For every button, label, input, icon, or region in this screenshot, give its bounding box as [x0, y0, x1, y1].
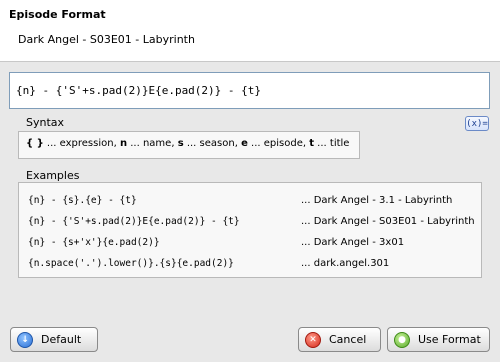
expression-input[interactable] [10, 73, 489, 108]
examples-label: Examples [26, 169, 80, 182]
dialog-title: Episode Format [9, 8, 106, 21]
syntax-desc: ... episode, [247, 138, 310, 149]
dialog-subtitle: Dark Angel - S03E01 - Labyrinth [18, 33, 195, 46]
syntax-desc: ... name, [127, 138, 178, 149]
examples-panel: {n} - {s}.{e} - {t} ... Dark Angel - 3.1… [18, 182, 482, 278]
example-code: {n.space('.').lower()}.{s}{e.pad(2)} [28, 258, 234, 269]
cancel-icon: ✕ [305, 331, 321, 348]
syntax-label: Syntax [26, 116, 65, 129]
cancel-button-label: Cancel [329, 333, 367, 346]
example-code: {n} - {s+'x'}{e.pad(2)} [28, 237, 160, 248]
example-result: ... Dark Angel - 3.1 - Labyrinth [301, 195, 453, 206]
default-button[interactable]: ↓ Default [10, 327, 98, 352]
use-format-button-label: Use Format [418, 333, 481, 346]
example-result: ... Dark Angel - S03E01 - Labyrinth [301, 216, 475, 227]
example-row[interactable]: {n} - {s}.{e} - {t} ... Dark Angel - 3.1… [28, 195, 478, 210]
default-button-label: Default [41, 333, 82, 346]
dialog-header: Episode Format Dark Angel - S03E01 - Lab… [0, 0, 500, 62]
cancel-button[interactable]: ✕ Cancel [298, 327, 381, 352]
confirm-icon: ● [394, 331, 410, 348]
syntax-token: e [241, 138, 248, 149]
example-code: {n} - {'S'+s.pad(2)}E{e.pad(2)} - {t} [28, 216, 240, 227]
arrow-down-icon: ↓ [17, 331, 33, 348]
use-format-button[interactable]: ● Use Format [387, 327, 490, 352]
example-row[interactable]: {n} - {'S'+s.pad(2)}E{e.pad(2)} - {t} ..… [28, 216, 478, 231]
example-result: ... dark.angel.301 [301, 258, 390, 269]
syntax-desc: ... season, [183, 138, 242, 149]
syntax-panel: { } ... expression, n ... name, s ... se… [18, 131, 360, 159]
syntax-desc: ... expression, [43, 138, 120, 149]
example-row[interactable]: {n.space('.').lower()}.{s}{e.pad(2)} ...… [28, 258, 478, 273]
variable-help-button[interactable]: (x)= [465, 116, 489, 131]
syntax-token: n [119, 138, 128, 149]
expression-field[interactable] [9, 72, 490, 109]
example-row[interactable]: {n} - {s+'x'}{e.pad(2)} ... Dark Angel -… [28, 237, 478, 252]
syntax-desc: ... title [314, 138, 350, 149]
example-code: {n} - {s}.{e} - {t} [28, 195, 137, 206]
syntax-token: { } [26, 138, 44, 149]
example-result: ... Dark Angel - 3x01 [301, 237, 405, 248]
